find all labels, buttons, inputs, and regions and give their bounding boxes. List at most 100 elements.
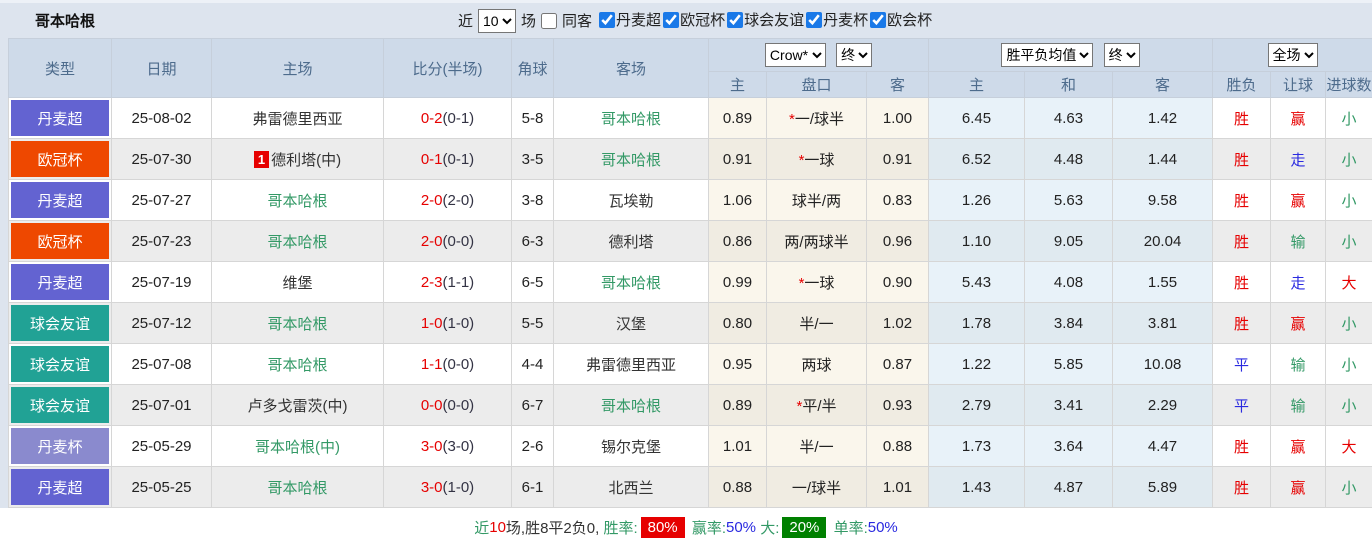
handicap-result-cell: 输: [1271, 385, 1326, 426]
scope-select[interactable]: 全场: [1268, 43, 1318, 67]
league-cell: 丹麦超: [9, 467, 112, 508]
euro-home-odds-cell: 6.52: [929, 139, 1025, 180]
euro-home-odds-cell: 1.26: [929, 180, 1025, 221]
asia-home-odds-cell: 0.89: [709, 98, 767, 139]
league-filter-丹麦杯[interactable]: 丹麦杯: [806, 9, 868, 30]
full-time-score: 1-1: [421, 356, 443, 373]
away-team-name[interactable]: 北西兰: [608, 480, 653, 497]
away-team-name[interactable]: 哥本哈根: [601, 152, 661, 169]
goals-cell: 小: [1326, 385, 1372, 426]
away-team-name[interactable]: 弗雷德里西亚: [586, 357, 676, 374]
league-checkbox[interactable]: [870, 12, 886, 28]
half-time-score: (0-0): [443, 233, 475, 250]
result-cell: 平: [1213, 344, 1271, 385]
corner-cell: 6-3: [512, 221, 554, 262]
col-home: 主场: [212, 39, 384, 98]
away-team-cell: 瓦埃勒: [554, 180, 709, 221]
away-team-name[interactable]: 德利塔: [608, 234, 653, 251]
recent-count-select[interactable]: 10: [478, 9, 516, 33]
date-cell: 25-05-29: [112, 426, 212, 467]
matches-label: 场: [521, 10, 536, 31]
away-team-cell: 哥本哈根: [554, 385, 709, 426]
euro-odds-header: 胜平负均值 终: [929, 39, 1213, 72]
asia-odds-header: Crow* 终: [709, 39, 929, 72]
full-time-score: 0-1: [421, 151, 443, 168]
table-row: 丹麦超 25-07-19 维堡 2-3(1-1) 6-5 哥本哈根 0.99 *…: [9, 262, 1372, 303]
summary-text: 10: [489, 519, 506, 536]
euro-avg-select[interactable]: 胜平负均值: [1001, 43, 1093, 67]
score-cell: 1-1(0-0): [384, 344, 512, 385]
handicap-result-cell: 赢: [1271, 303, 1326, 344]
full-time-score: 2-0: [421, 192, 443, 209]
league-badge: 丹麦超: [11, 100, 109, 136]
home-team-name[interactable]: 哥本哈根: [267, 316, 327, 333]
table-row: 欧冠杯 25-07-30 1德利塔(中) 0-1(0-1) 3-5 哥本哈根 0…: [9, 139, 1372, 180]
league-checkbox[interactable]: [599, 12, 615, 28]
league-checkbox[interactable]: [806, 12, 822, 28]
bookmaker-select[interactable]: Crow*: [765, 43, 826, 67]
league-checkbox[interactable]: [663, 12, 679, 28]
home-team-name[interactable]: 哥本哈根: [267, 234, 327, 251]
asia-home-odds-cell: 0.99: [709, 262, 767, 303]
handicap-text: 两球: [801, 357, 831, 374]
summary-footer: 近10场,胜8平2负0, 胜率:80% 赢率:50% 大:20% 单率:50%: [0, 508, 1372, 546]
goals-cell: 小: [1326, 180, 1372, 221]
euro-draw-odds-cell: 9.05: [1025, 221, 1113, 262]
corner-cell: 5-5: [512, 303, 554, 344]
league-filter-欧冠杯[interactable]: 欧冠杯: [663, 9, 725, 30]
home-team-name[interactable]: 弗雷德里西亚: [252, 111, 342, 128]
corner-cell: 6-7: [512, 385, 554, 426]
handicap-text: 一/球半: [792, 480, 841, 497]
away-team-name[interactable]: 瓦埃勒: [608, 193, 653, 210]
home-team-name[interactable]: 德利塔(中): [271, 152, 341, 169]
home-team-name[interactable]: 哥本哈根: [267, 357, 327, 374]
home-team-name[interactable]: 哥本哈根: [267, 193, 327, 210]
league-filter-欧会杯[interactable]: 欧会杯: [870, 9, 932, 30]
euro-stage-select[interactable]: 终: [1104, 43, 1140, 67]
asia-home-odds-cell: 0.80: [709, 303, 767, 344]
topbar: 哥本哈根 近 10 场 同客 丹麦超欧冠杯球会友谊丹麦杯欧会杯: [0, 0, 1372, 38]
handicap-cell: 两/两球半: [767, 221, 867, 262]
date-cell: 25-08-02: [112, 98, 212, 139]
league-filter-球会友谊[interactable]: 球会友谊: [727, 9, 804, 30]
league-label: 球会友谊: [744, 9, 804, 30]
away-team-name[interactable]: 锡尔克堡: [601, 439, 661, 456]
date-cell: 25-07-23: [112, 221, 212, 262]
away-team-name[interactable]: 哥本哈根: [601, 111, 661, 128]
col-corner: 角球: [512, 39, 554, 98]
same-away-checkbox[interactable]: [541, 13, 557, 29]
home-team-name[interactable]: 哥本哈根(中): [255, 439, 340, 456]
league-label: 丹麦超: [616, 9, 661, 30]
league-badge: 欧冠杯: [11, 223, 109, 259]
league-badge: 丹麦超: [11, 182, 109, 218]
handicap-text: 平/半: [802, 398, 836, 415]
asia-away-odds-cell: 0.88: [867, 426, 929, 467]
away-team-name[interactable]: 哥本哈根: [601, 398, 661, 415]
match-table-wrapper: 类型 日期 主场 比分(半场) 角球 客场 Crow* 终 胜平负均值 终 全场…: [8, 38, 1372, 508]
handicap-result-cell: 输: [1271, 344, 1326, 385]
euro-draw-odds-cell: 4.63: [1025, 98, 1113, 139]
home-team-cell: 哥本哈根: [212, 467, 384, 508]
goals-cell: 小: [1326, 221, 1372, 262]
away-team-name[interactable]: 哥本哈根: [601, 275, 661, 292]
full-time-score: 2-0: [421, 233, 443, 250]
asia-home-odds-cell: 1.01: [709, 426, 767, 467]
league-checkbox[interactable]: [727, 12, 743, 28]
handicap-result-cell: 赢: [1271, 467, 1326, 508]
league-filter-丹麦超[interactable]: 丹麦超: [599, 9, 661, 30]
col-asia-home: 主: [709, 72, 767, 98]
handicap-text: 半/一: [799, 316, 833, 333]
col-asia-handicap: 盘口: [767, 72, 867, 98]
away-team-name[interactable]: 汉堡: [616, 316, 646, 333]
score-cell: 2-3(1-1): [384, 262, 512, 303]
full-time-score: 3-0: [421, 438, 443, 455]
result-cell: 胜: [1213, 180, 1271, 221]
home-team-name[interactable]: 维堡: [282, 275, 312, 292]
asia-stage-select[interactable]: 终: [836, 43, 872, 67]
handicap-result-cell: 走: [1271, 139, 1326, 180]
home-team-name[interactable]: 哥本哈根: [267, 480, 327, 497]
home-team-name[interactable]: 卢多戈雷茨(中): [248, 398, 348, 415]
handicap-cell: 两球: [767, 344, 867, 385]
asia-away-odds-cell: 1.02: [867, 303, 929, 344]
full-time-score: 0-2: [421, 110, 443, 127]
